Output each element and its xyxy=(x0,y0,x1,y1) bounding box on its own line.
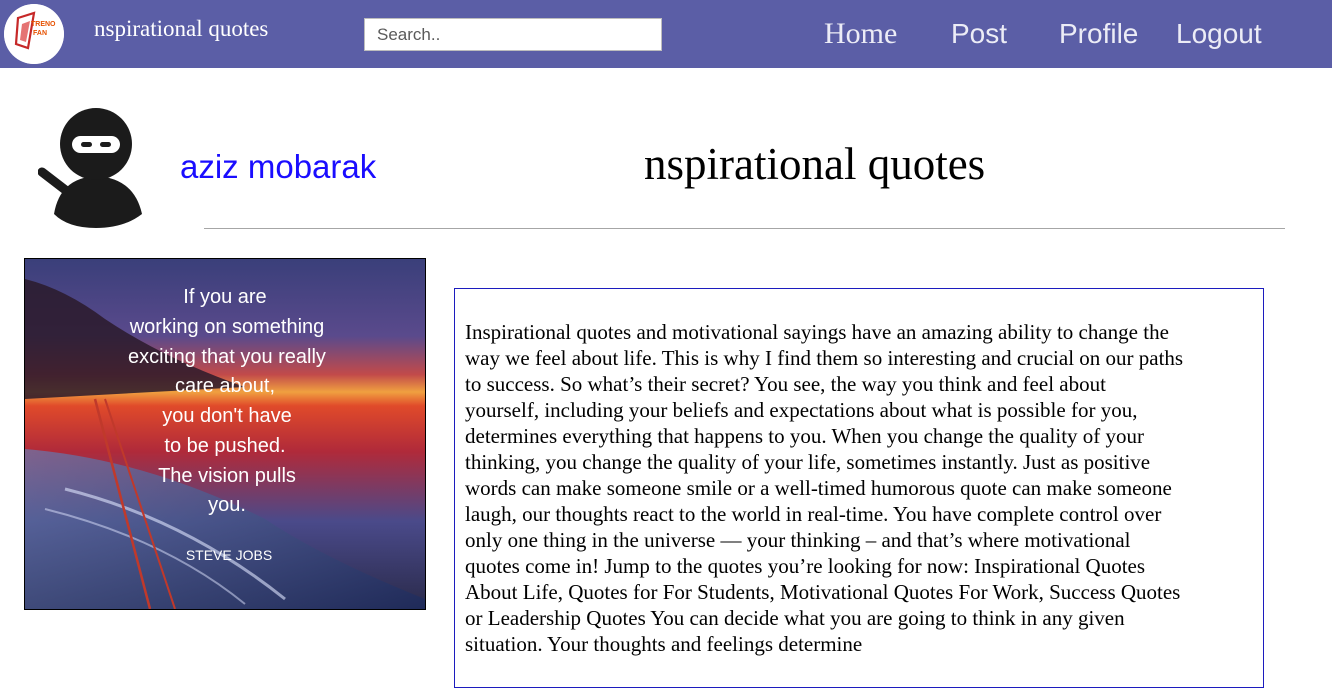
site-logo[interactable]: TRENO FAN xyxy=(4,4,64,64)
search-input[interactable] xyxy=(364,18,662,51)
page-title: nspirational quotes xyxy=(644,139,986,189)
quote-line: you. xyxy=(208,494,246,516)
navbar: TRENO FAN nspirational quotes Home Post … xyxy=(0,0,1332,68)
nav-home-link[interactable]: Home xyxy=(824,16,897,52)
ninja-avatar-icon xyxy=(37,108,142,228)
quote-line: If you are xyxy=(183,286,266,308)
nav-logout-link[interactable]: Logout xyxy=(1176,16,1262,52)
site-title[interactable]: nspirational quotes xyxy=(94,16,268,42)
site-logo-icon: TRENO FAN xyxy=(4,4,64,64)
username-link[interactable]: aziz mobarak xyxy=(180,148,376,186)
logo-text-top: TRENO xyxy=(31,21,56,28)
user-avatar[interactable] xyxy=(37,106,148,230)
nav-profile-link[interactable]: Profile xyxy=(1059,16,1138,52)
quote-line: The vision pulls xyxy=(158,465,296,487)
quote-image: If you are working on something exciting… xyxy=(24,258,426,610)
post-content-box: Inspirational quotes and motivational sa… xyxy=(454,288,1264,688)
quote-line: working on something xyxy=(129,316,325,338)
nav-post-link[interactable]: Post xyxy=(951,16,1007,52)
divider xyxy=(204,228,1285,229)
post-body-text: Inspirational quotes and motivational sa… xyxy=(465,320,1184,656)
logo-text-bottom: FAN xyxy=(33,30,47,37)
quote-author: STEVE JOBS xyxy=(186,547,272,563)
quote-line: care about, xyxy=(175,375,275,397)
quote-line: to be pushed. xyxy=(164,435,285,457)
quote-line: you don't have xyxy=(162,405,291,427)
quote-line: exciting that you really xyxy=(128,346,326,368)
